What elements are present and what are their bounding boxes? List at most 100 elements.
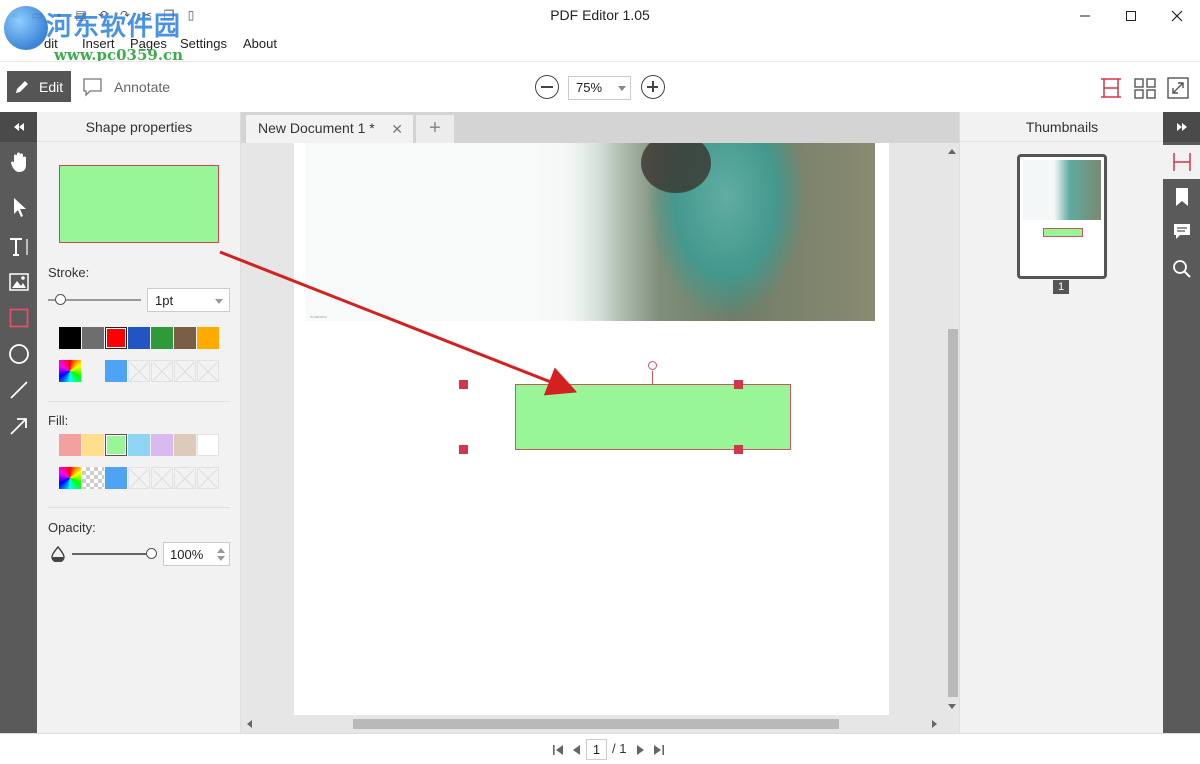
- resize-handle-top-right[interactable]: [734, 380, 743, 389]
- pdf-page[interactable]: ПОЛЕМИКА: [294, 143, 889, 715]
- close-button[interactable]: [1154, 0, 1200, 32]
- annotate-mode-button[interactable]: Annotate: [82, 71, 170, 102]
- edit-mode-button[interactable]: Edit: [7, 71, 71, 102]
- image-tool[interactable]: [0, 265, 37, 299]
- empty-color-slot[interactable]: [197, 467, 219, 489]
- collapse-right-icon: [1176, 123, 1187, 131]
- scroll-up-icon[interactable]: [948, 149, 956, 154]
- vertical-scrollbar[interactable]: [945, 143, 959, 715]
- empty-color-slot[interactable]: [128, 360, 150, 382]
- color-swatch[interactable]: [174, 327, 196, 349]
- spin-up-icon[interactable]: [217, 548, 225, 553]
- menu-settings[interactable]: Settings: [180, 36, 227, 51]
- stroke-slider-handle[interactable]: [55, 294, 66, 305]
- color-swatch[interactable]: [197, 327, 219, 349]
- chevron-down-icon: [618, 86, 626, 91]
- search-tab[interactable]: [1163, 252, 1200, 286]
- zoom-out-button[interactable]: [535, 75, 559, 99]
- scroll-down-icon[interactable]: [948, 704, 956, 709]
- color-picker-swatch[interactable]: [59, 360, 81, 382]
- opacity-slider-handle[interactable]: [146, 548, 157, 559]
- menu-insert[interactable]: Insert: [82, 36, 115, 51]
- custom-color-swatch[interactable]: [105, 360, 127, 382]
- empty-color-slot[interactable]: [174, 467, 196, 489]
- divider: [48, 401, 230, 402]
- text-icon: [9, 238, 28, 256]
- page-layout-icon: [1172, 153, 1191, 171]
- edit-mode-label: Edit: [39, 78, 64, 95]
- color-swatch[interactable]: [174, 434, 196, 456]
- color-swatch[interactable]: [105, 327, 127, 349]
- close-tab-icon[interactable]: ✕: [391, 121, 403, 138]
- hand-tool[interactable]: [0, 145, 37, 179]
- empty-color-slot[interactable]: [128, 467, 150, 489]
- zoom-level-select[interactable]: 75%: [568, 76, 631, 100]
- color-picker-swatch[interactable]: [59, 467, 81, 489]
- resize-handle-bottom-left[interactable]: [459, 445, 468, 454]
- empty-color-slot[interactable]: [174, 360, 196, 382]
- menu-pages[interactable]: Pages: [130, 36, 167, 51]
- tab-new-document-1[interactable]: New Document 1 * ✕: [246, 115, 413, 143]
- bookmarks-tab[interactable]: [1163, 180, 1200, 214]
- opacity-slider-track[interactable]: [72, 553, 152, 555]
- opacity-spinbox[interactable]: 100%: [163, 542, 230, 566]
- empty-color-slot[interactable]: [151, 360, 173, 382]
- first-page-button[interactable]: [551, 743, 565, 757]
- page-photo[interactable]: ПОЛЕМИКА: [306, 143, 875, 321]
- color-swatch[interactable]: [151, 434, 173, 456]
- color-swatch[interactable]: [197, 434, 219, 456]
- resize-handle-top-left[interactable]: [459, 380, 468, 389]
- scroll-right-icon[interactable]: [932, 720, 937, 728]
- menu-edit[interactable]: dit: [44, 36, 58, 51]
- collapse-right-button[interactable]: [1163, 112, 1200, 142]
- minimize-button[interactable]: [1062, 0, 1108, 32]
- vertical-scroll-thumb[interactable]: [948, 329, 958, 697]
- current-page-input[interactable]: 1: [586, 739, 607, 760]
- color-swatch[interactable]: [151, 327, 173, 349]
- bookmark-icon: [1175, 188, 1188, 206]
- previous-page-button[interactable]: [569, 743, 583, 757]
- comments-tab[interactable]: [1163, 215, 1200, 249]
- grid-view-button[interactable]: [1131, 74, 1159, 102]
- line-icon: [9, 381, 28, 399]
- color-swatch[interactable]: [128, 434, 150, 456]
- zoom-in-button[interactable]: [641, 75, 665, 99]
- collapse-left-button[interactable]: [0, 112, 37, 142]
- ellipse-tool[interactable]: [0, 337, 37, 371]
- image-icon: [8, 273, 29, 291]
- menu-about[interactable]: About: [243, 36, 277, 51]
- horizontal-scroll-thumb[interactable]: [353, 719, 839, 729]
- empty-color-slot[interactable]: [197, 360, 219, 382]
- color-swatch[interactable]: [128, 327, 150, 349]
- rotation-handle[interactable]: [648, 361, 657, 370]
- stroke-width-select[interactable]: 1pt: [147, 288, 230, 312]
- color-swatch[interactable]: [59, 434, 81, 456]
- color-swatch[interactable]: [82, 434, 104, 456]
- thumbnails-tab[interactable]: [1163, 145, 1200, 179]
- select-tool[interactable]: [0, 190, 37, 224]
- thumbnail-page-number: 1: [1053, 280, 1069, 294]
- rectangle-tool[interactable]: [0, 301, 37, 335]
- last-page-button[interactable]: [652, 743, 666, 757]
- empty-color-slot[interactable]: [151, 467, 173, 489]
- page-thumbnail[interactable]: [1017, 154, 1107, 279]
- color-swatch[interactable]: [82, 327, 104, 349]
- color-swatch[interactable]: [105, 434, 127, 456]
- scroll-left-icon[interactable]: [247, 720, 252, 728]
- color-swatch[interactable]: [59, 327, 81, 349]
- maximize-button[interactable]: [1108, 0, 1154, 32]
- text-tool[interactable]: [0, 230, 37, 264]
- single-page-view-button[interactable]: [1097, 74, 1125, 102]
- resize-handle-bottom-right[interactable]: [734, 445, 743, 454]
- new-tab-button[interactable]: +: [416, 115, 454, 143]
- line-tool[interactable]: [0, 373, 37, 407]
- main-toolbar: Edit Annotate 75%: [0, 61, 1200, 112]
- fullscreen-button[interactable]: [1164, 74, 1192, 102]
- selected-rectangle-shape[interactable]: [515, 384, 791, 450]
- transparent-swatch[interactable]: [82, 467, 104, 489]
- next-page-button[interactable]: [634, 743, 648, 757]
- arrow-tool[interactable]: [0, 409, 37, 443]
- horizontal-scrollbar[interactable]: [241, 715, 945, 733]
- spin-down-icon[interactable]: [217, 556, 225, 561]
- custom-color-swatch[interactable]: [105, 467, 127, 489]
